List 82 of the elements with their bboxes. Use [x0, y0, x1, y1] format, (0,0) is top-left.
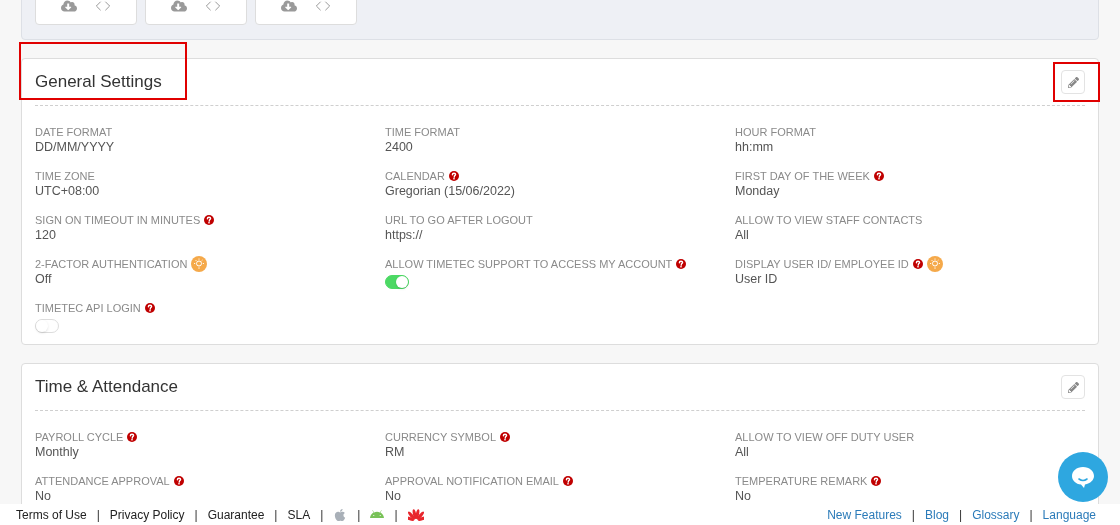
field-label: PAYROLL CYCLE [35, 429, 124, 445]
separator: | [911, 506, 915, 524]
field-value: No [35, 489, 51, 503]
edit-button[interactable] [1061, 70, 1085, 94]
field-label: ATTENDANCE APPROVAL [35, 473, 170, 489]
field-label: DATE FORMAT [35, 124, 113, 140]
separator: | [959, 506, 963, 524]
field-value: DD/MM/YYYY [35, 140, 115, 154]
help-icon[interactable] [448, 171, 459, 181]
cloud-download-icon[interactable] [171, 0, 187, 14]
field-label: FIRST DAY OF THE WEEK [735, 168, 870, 184]
footer-link[interactable]: Blog [925, 505, 949, 524]
code-icon[interactable] [95, 0, 111, 14]
field-value: Off [35, 272, 52, 286]
field-value: No [735, 489, 751, 503]
section-title: Time & Attendance [35, 377, 178, 397]
field-value: 2400 [385, 140, 413, 154]
apple-icon[interactable] [333, 507, 348, 522]
code-icon[interactable] [315, 0, 331, 14]
field-label: DISPLAY USER ID/ EMPLOYEE ID [735, 256, 909, 272]
field-value: Monthly [35, 445, 79, 459]
footer-link[interactable]: Terms of Use [16, 505, 87, 524]
help-icon[interactable] [173, 476, 184, 486]
footer-link[interactable]: Language [1042, 505, 1096, 524]
footer-link[interactable]: Guarantee [207, 505, 265, 524]
separator: | [274, 506, 278, 524]
separator: | [194, 506, 198, 524]
field-value: Gregorian (15/06/2022) [385, 184, 515, 198]
footer-link[interactable]: Privacy Policy [109, 505, 185, 524]
edit-button[interactable] [1061, 375, 1085, 399]
separator: | [96, 506, 100, 524]
field-label: URL TO GO AFTER LOGOUT [385, 212, 533, 228]
pencil-icon [1067, 76, 1079, 88]
footer-link[interactable]: Glossary [972, 505, 1020, 524]
separator: | [394, 506, 398, 524]
help-icon[interactable] [873, 171, 884, 181]
field-value: UTC+08:00 [35, 184, 100, 198]
footer-link[interactable]: New Features [827, 505, 902, 524]
flower-icon [407, 507, 424, 522]
field-label: APPROVAL NOTIFICATION EMAIL [385, 473, 559, 489]
field-value: 120 [35, 228, 56, 242]
field-value: No [385, 489, 401, 503]
field-label: 2-FACTOR AUTHENTICATION [35, 256, 188, 272]
help-icon[interactable] [500, 432, 511, 442]
field-label: CURRENCY SYMBOL [385, 429, 497, 445]
help-icon[interactable] [912, 259, 923, 269]
help-icon[interactable] [563, 476, 573, 486]
field-label: ALLOW TIMETEC SUPPORT TO ACCESS MY ACCOUNT [385, 256, 673, 272]
field-label: TIME FORMAT [385, 124, 460, 140]
cloud-download-icon[interactable] [61, 0, 77, 14]
separator: | [1029, 506, 1033, 524]
help-icon[interactable] [127, 432, 138, 442]
help-icon[interactable] [871, 476, 882, 486]
field-value: User ID [735, 272, 778, 286]
toggle-switch[interactable] [35, 319, 59, 333]
cloud-download-icon[interactable] [281, 0, 297, 14]
footer-link[interactable]: SLA [287, 505, 311, 524]
help-icon[interactable] [144, 303, 155, 313]
chat-icon [1070, 465, 1096, 489]
field-label: ALLOW TO VIEW STAFF CONTACTS [735, 212, 923, 228]
field-value: All [735, 445, 749, 459]
help-icon[interactable] [676, 259, 687, 269]
field-value: hh:mm [735, 140, 774, 154]
separator: | [320, 506, 324, 524]
code-icon[interactable] [205, 0, 221, 14]
field-label: TIME ZONE [35, 168, 95, 184]
field-value: All [735, 228, 749, 242]
toggle-switch[interactable] [385, 275, 409, 289]
field-label: HOUR FORMAT [735, 124, 817, 140]
field-label: TIMETEC API LOGIN [35, 300, 141, 316]
pencil-icon [1067, 381, 1079, 393]
field-label: TEMPERATURE REMARK [735, 473, 868, 489]
section-title: General Settings [35, 72, 162, 92]
field-value: RM [385, 445, 405, 459]
field-label: CALENDAR [385, 168, 445, 184]
field-value: https:// [385, 228, 423, 242]
help-icon[interactable] [204, 215, 215, 225]
bulb-icon[interactable] [191, 256, 208, 272]
field-label: SIGN ON TIMEOUT IN MINUTES [35, 212, 201, 228]
field-value: Monday [735, 184, 780, 198]
field-label: ALLOW TO VIEW OFF DUTY USER [735, 429, 915, 445]
separator: | [357, 506, 361, 524]
